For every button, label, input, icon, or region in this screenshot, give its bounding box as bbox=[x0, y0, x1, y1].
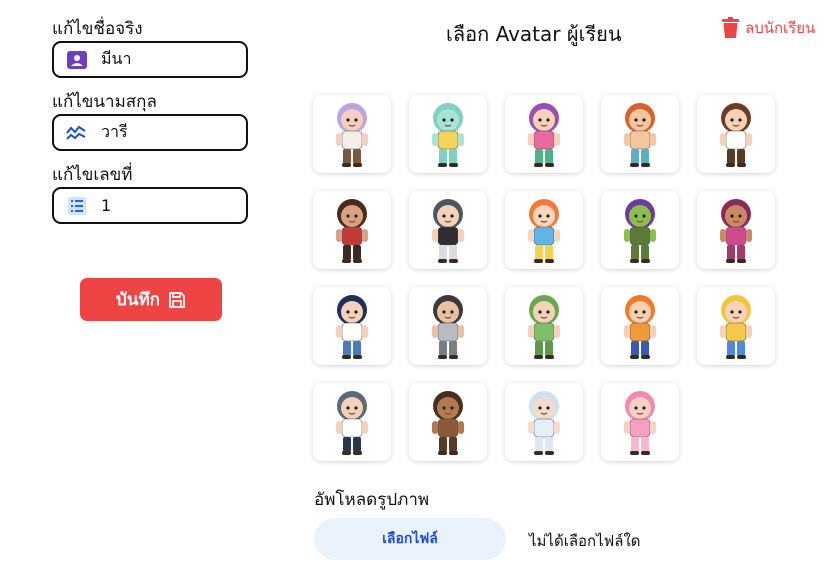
avatar-character-icon bbox=[432, 391, 464, 455]
choose-file-button[interactable]: เลือกไฟล์ bbox=[314, 518, 506, 560]
avatar-character-icon bbox=[528, 391, 560, 455]
trash-icon bbox=[722, 17, 739, 38]
avatar-character-icon bbox=[624, 295, 656, 359]
avatar-option[interactable] bbox=[601, 383, 679, 461]
last-name-field[interactable]: วารี bbox=[52, 114, 248, 151]
avatar-option[interactable] bbox=[697, 287, 775, 365]
avatar-option[interactable] bbox=[409, 287, 487, 365]
avatar-character-icon bbox=[720, 103, 752, 167]
floppy-disk-icon bbox=[169, 291, 185, 308]
person-badge-icon bbox=[66, 49, 88, 71]
avatar-character-icon bbox=[720, 295, 752, 359]
avatar-character-icon bbox=[528, 199, 560, 263]
number-label: แก้ไขเลขที่ bbox=[52, 165, 133, 185]
file-status: ไม่ได้เลือกไฟล์ใด bbox=[529, 532, 641, 550]
avatar-character-icon bbox=[432, 295, 464, 359]
avatar-character-icon bbox=[336, 103, 368, 167]
avatar-grid bbox=[313, 95, 775, 461]
delete-student-button[interactable]: ลบนักเรียน bbox=[722, 16, 815, 40]
first-name-field[interactable]: มีนา bbox=[52, 41, 248, 78]
number-value: 1 bbox=[101, 196, 112, 215]
avatar-option[interactable] bbox=[313, 191, 391, 269]
avatar-option[interactable] bbox=[409, 383, 487, 461]
avatar-option[interactable] bbox=[313, 383, 391, 461]
avatar-character-icon bbox=[528, 103, 560, 167]
first-name-value: มีนา bbox=[101, 49, 132, 68]
delete-student-label: ลบนักเรียน bbox=[745, 19, 816, 37]
last-name-label: แก้ไขนามสกุล bbox=[52, 92, 157, 112]
avatar-character-icon bbox=[528, 295, 560, 359]
avatar-character-icon bbox=[624, 199, 656, 263]
signature-icon bbox=[66, 122, 88, 144]
avatar-character-icon bbox=[336, 199, 368, 263]
avatar-character-icon bbox=[624, 391, 656, 455]
save-button[interactable]: บันทึก bbox=[80, 278, 222, 321]
first-name-label: แก้ไขชื่อจริง bbox=[52, 19, 143, 39]
page-title: เลือก Avatar ผู้เรียน bbox=[446, 22, 622, 46]
last-name-value: วารี bbox=[101, 122, 128, 141]
avatar-option[interactable] bbox=[505, 191, 583, 269]
avatar-option[interactable] bbox=[505, 287, 583, 365]
avatar-option[interactable] bbox=[313, 95, 391, 173]
avatar-option[interactable] bbox=[505, 383, 583, 461]
avatar-character-icon bbox=[432, 199, 464, 263]
avatar-character-icon bbox=[432, 103, 464, 167]
avatar-option[interactable] bbox=[601, 191, 679, 269]
student-edit-form: แก้ไขชื่อจริง มีนา แก้ไขนามสกุล วารี แก้… bbox=[52, 18, 250, 237]
avatar-option[interactable] bbox=[697, 95, 775, 173]
number-field[interactable]: 1 bbox=[52, 187, 248, 224]
avatar-character-icon bbox=[624, 103, 656, 167]
avatar-character-icon bbox=[720, 199, 752, 263]
avatar-option[interactable] bbox=[601, 287, 679, 365]
avatar-option[interactable] bbox=[697, 191, 775, 269]
upload-label: อัพโหลดรูปภาพ bbox=[314, 490, 430, 510]
avatar-character-icon bbox=[336, 295, 368, 359]
list-icon bbox=[66, 195, 88, 217]
avatar-option[interactable] bbox=[505, 95, 583, 173]
save-button-label: บันทึก bbox=[116, 290, 160, 309]
avatar-option[interactable] bbox=[601, 95, 679, 173]
avatar-option[interactable] bbox=[313, 287, 391, 365]
avatar-option[interactable] bbox=[409, 95, 487, 173]
avatar-character-icon bbox=[336, 391, 368, 455]
avatar-option[interactable] bbox=[409, 191, 487, 269]
